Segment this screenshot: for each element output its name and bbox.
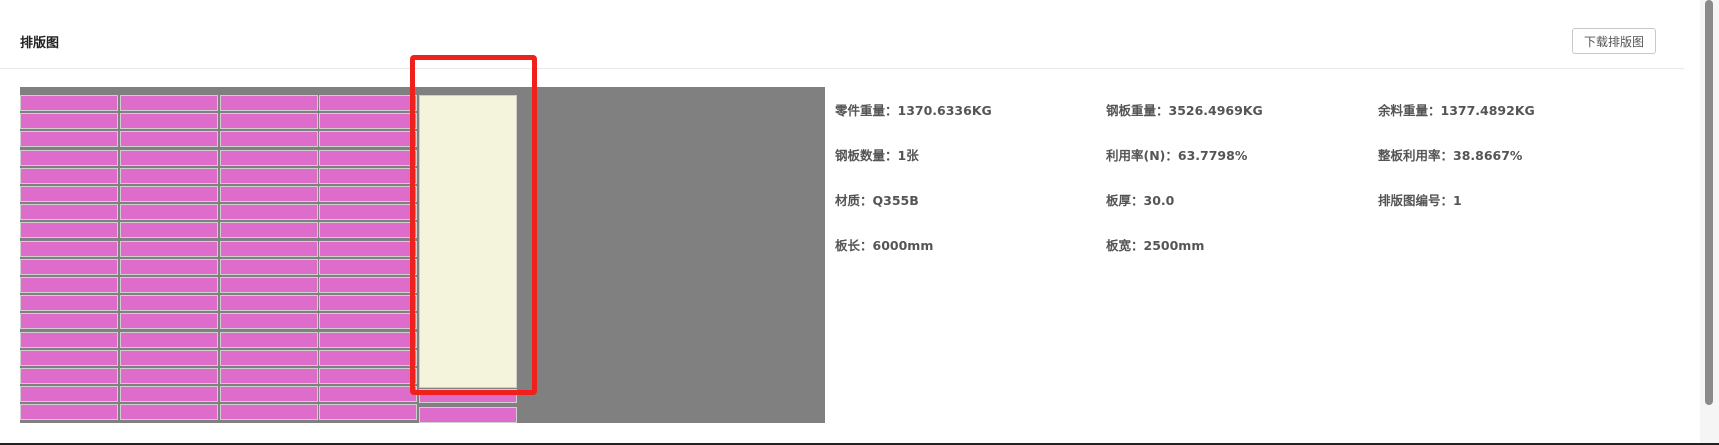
nested-part (120, 295, 218, 312)
nested-part (120, 95, 218, 111)
nested-part (20, 258, 118, 275)
nested-part (120, 368, 218, 384)
panel-header: 排版图 下载排版图 (0, 0, 1684, 69)
nested-part (220, 368, 318, 384)
nested-part (319, 149, 417, 166)
layout-panel: 排版图 下载排版图 零件重量：1370.6336KG 钢板重量：3526.496… (0, 0, 1684, 445)
nested-part (220, 186, 318, 202)
nested-part (20, 149, 118, 166)
plate-weight: 钢板重量：3526.4969KG (1106, 103, 1263, 118)
nested-part (20, 167, 118, 184)
nested-part (220, 149, 318, 166)
nested-part (20, 131, 118, 148)
nested-part (319, 313, 417, 330)
nested-part (20, 240, 118, 257)
plate-width: 板宽：2500mm (1106, 238, 1205, 253)
nested-part (220, 113, 318, 130)
plate-length: 板长：6000mm (835, 238, 934, 253)
layout-number: 排版图编号：1 (1378, 193, 1462, 208)
nested-part (20, 368, 118, 384)
nested-part (20, 349, 118, 366)
nested-part (120, 313, 218, 330)
nested-part (20, 331, 118, 348)
nested-part (20, 277, 118, 293)
nested-part (319, 204, 417, 221)
nested-part (319, 186, 417, 202)
nested-part (120, 240, 218, 257)
parts-weight: 零件重量：1370.6336KG (835, 103, 992, 118)
nested-part (20, 204, 118, 221)
nested-part (319, 258, 417, 275)
nested-part (20, 222, 118, 239)
nested-part (220, 95, 318, 111)
nested-part (319, 95, 417, 111)
nested-part (220, 349, 318, 366)
nested-part (220, 167, 318, 184)
nested-part (20, 95, 118, 111)
nested-part (220, 331, 318, 348)
nested-part (319, 167, 417, 184)
nested-part (220, 258, 318, 275)
nested-part (319, 240, 417, 257)
utilization-n: 利用率(N)：63.7798% (1106, 148, 1248, 163)
nested-part (220, 404, 318, 421)
nested-part (120, 258, 218, 275)
nested-part (120, 386, 218, 403)
nested-part (120, 204, 218, 221)
nested-part (120, 331, 218, 348)
nested-part (319, 386, 417, 403)
nested-part (120, 186, 218, 202)
nested-part (220, 295, 318, 312)
highlight-box (410, 55, 537, 395)
nested-part (319, 368, 417, 384)
plate-thickness: 板厚：30.0 (1106, 193, 1175, 208)
nested-part (319, 131, 417, 148)
nested-part (20, 113, 118, 130)
nested-part (120, 222, 218, 239)
whole-plate-utilization: 整板利用率：38.8667% (1378, 148, 1523, 163)
nested-part (220, 222, 318, 239)
nested-part (220, 204, 318, 221)
panel-title: 排版图 (20, 36, 60, 51)
nested-part (120, 349, 218, 366)
vertical-scrollbar[interactable] (1700, 0, 1719, 445)
nested-part (220, 313, 318, 330)
remnant-weight: 余料重量：1377.4892KG (1378, 103, 1535, 118)
nested-part (319, 295, 417, 312)
nested-part (120, 113, 218, 130)
scrollbar-thumb[interactable] (1705, 0, 1713, 405)
nested-part (319, 349, 417, 366)
nested-part (120, 277, 218, 293)
nested-part (20, 295, 118, 312)
nested-part (220, 386, 318, 403)
nested-part (20, 404, 118, 421)
nested-part (220, 277, 318, 293)
nested-part (120, 131, 218, 148)
nested-part (220, 131, 318, 148)
nested-part (120, 149, 218, 166)
nested-part (20, 186, 118, 202)
nested-part (319, 331, 417, 348)
material: 材质：Q355B (835, 193, 919, 208)
nested-part (319, 277, 417, 293)
nested-part (319, 404, 417, 421)
nested-part (120, 167, 218, 184)
nested-part (120, 404, 218, 421)
nested-part (20, 386, 118, 403)
nested-part (319, 113, 417, 130)
plate-count: 钢板数量：1张 (835, 148, 919, 163)
nested-part (20, 313, 118, 330)
download-layout-button[interactable]: 下载排版图 (1572, 28, 1656, 54)
nested-part (220, 240, 318, 257)
nested-part (419, 407, 517, 424)
nested-part (319, 222, 417, 239)
